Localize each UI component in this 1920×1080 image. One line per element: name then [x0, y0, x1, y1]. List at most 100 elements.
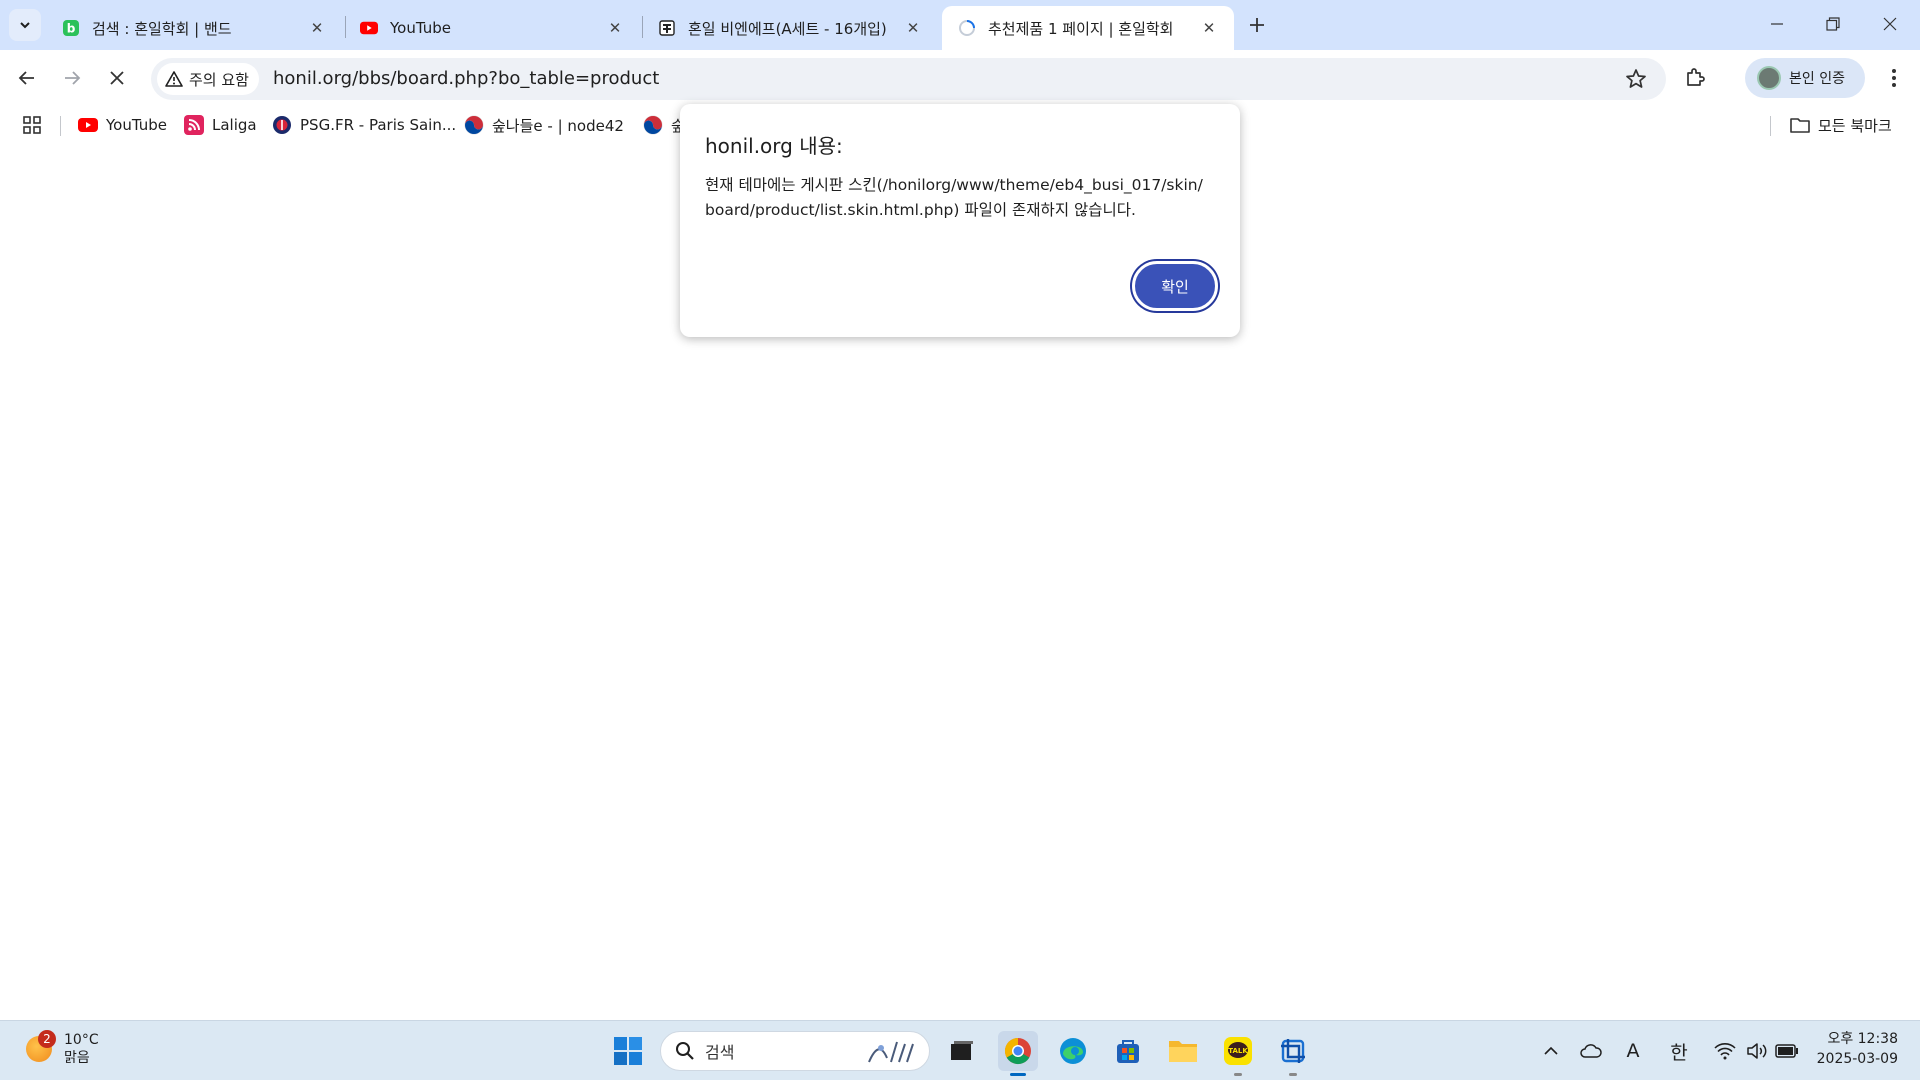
bookmark-laliga[interactable]: Laliga — [184, 114, 257, 136]
taskbar-chrome[interactable] — [998, 1031, 1038, 1076]
shop-icon — [658, 19, 676, 37]
taskbar-edge[interactable] — [1053, 1031, 1093, 1071]
chevron-up-icon — [1544, 1046, 1558, 1055]
close-window-button[interactable] — [1862, 6, 1918, 42]
apps-button[interactable] — [22, 114, 42, 136]
temperature: 10°C — [64, 1032, 99, 1048]
arrow-right-icon — [65, 71, 81, 85]
snipping-tool-icon — [1281, 1039, 1305, 1063]
store-icon — [1117, 1040, 1139, 1063]
band-icon: b — [62, 19, 80, 37]
taskbar-store[interactable] — [1108, 1031, 1148, 1071]
browser-toolbar: 주의 요함 honil.org/bbs/board.php?bo_table=p… — [0, 50, 1920, 106]
avatar — [1757, 66, 1781, 90]
minimize-button[interactable] — [1749, 6, 1805, 42]
plus-icon — [1250, 18, 1264, 32]
bookmark-psg[interactable]: PSG.FR - Paris Sain... — [272, 114, 456, 136]
clock[interactable]: 오후 12:38 2025-03-09 — [1812, 1029, 1898, 1069]
weather-condition: 맑음 — [64, 1050, 90, 1066]
address-bar[interactable]: 주의 요함 honil.org/bbs/board.php?bo_table=p… — [151, 58, 1666, 100]
tab-band[interactable]: b 검색 : 혼일학회 | 밴드 ✕ — [46, 6, 342, 50]
running-indicator — [1289, 1073, 1297, 1076]
taskbar-snipping-tool[interactable] — [1273, 1031, 1313, 1076]
loading-spinner-icon — [958, 19, 976, 37]
url-text[interactable]: honil.org/bbs/board.php?bo_table=product — [273, 58, 659, 100]
wifi-icon — [1714, 1043, 1736, 1060]
search-icon — [676, 1042, 694, 1060]
tab-search-button[interactable] — [9, 9, 41, 41]
svg-text:b: b — [67, 22, 76, 36]
profile-chip[interactable]: 본인 인증 — [1745, 58, 1865, 98]
korea-emblem-icon — [464, 115, 484, 135]
bookmark-star-icon[interactable] — [1624, 67, 1648, 91]
ok-button[interactable]: 확인 — [1132, 261, 1218, 311]
arrow-left-icon — [18, 71, 34, 85]
restore-icon — [1826, 17, 1840, 31]
close-icon[interactable]: ✕ — [604, 17, 626, 39]
weather-widget[interactable]: 2 10°C 맑음 — [26, 1030, 99, 1067]
tab-title: 검색 : 혼일학회 | 밴드 — [92, 19, 232, 38]
dialog-title: honil.org 내용: — [705, 134, 843, 158]
search-placeholder: 검색 — [705, 1043, 735, 1062]
bookmark-forest[interactable]: 숲나들e - | node42 — [464, 114, 624, 136]
cloud-icon — [1580, 1044, 1602, 1058]
restore-button[interactable] — [1805, 6, 1861, 42]
apps-grid-icon — [23, 116, 41, 134]
tab-recommended-products[interactable]: 추천제품 1 페이지 | 혼일학회 ✕ — [942, 6, 1234, 50]
security-chip[interactable]: 주의 요함 — [157, 63, 259, 95]
tab-title: 혼일 비엔에프(A세트 - 16개입) — [688, 19, 887, 38]
youtube-icon — [78, 115, 98, 135]
ime-language-indicator[interactable]: 한 — [1666, 1039, 1692, 1064]
close-icon[interactable]: ✕ — [902, 17, 924, 39]
bookmark-label: Laliga — [212, 116, 257, 134]
bookmark-label: PSG.FR - Paris Sain... — [300, 116, 457, 134]
taskbar-file-explorer[interactable] — [1163, 1031, 1203, 1071]
tab-youtube[interactable]: YouTube ✕ — [344, 6, 640, 50]
folder-icon — [1169, 1041, 1197, 1062]
edge-icon — [1060, 1038, 1086, 1064]
dialog-message: 현재 테마에는 게시판 스킨(/honilorg/www/theme/eb4_b… — [705, 176, 1203, 219]
browser-menu-button[interactable] — [1880, 64, 1908, 92]
taskbar: 2 10°C 맑음 검색 TALK A 한 오후 12:38 2025-03-0… — [0, 1020, 1920, 1080]
youtube-icon — [360, 19, 378, 37]
forward-button[interactable] — [54, 60, 90, 96]
task-view-icon — [951, 1041, 973, 1060]
close-icon[interactable]: ✕ — [306, 17, 328, 39]
back-button[interactable] — [9, 60, 45, 96]
warning-icon — [165, 71, 183, 87]
taskbar-kakaotalk[interactable]: TALK — [1218, 1031, 1258, 1076]
all-bookmarks-label: 모든 북마크 — [1818, 116, 1892, 135]
psg-logo-icon — [272, 115, 292, 135]
close-icon[interactable]: ✕ — [1198, 17, 1220, 39]
minimize-icon — [1771, 23, 1783, 25]
start-button[interactable] — [608, 1031, 648, 1071]
task-view-button[interactable] — [942, 1031, 982, 1071]
folder-icon — [1790, 115, 1810, 135]
tab-title: 추천제품 1 페이지 | 혼일학회 — [988, 19, 1174, 38]
sun-icon: 2 — [26, 1030, 56, 1062]
chrome-icon — [1004, 1037, 1031, 1065]
more-vert-icon — [1892, 69, 1896, 87]
tab-strip: b 검색 : 혼일학회 | 밴드 ✕ YouTube ✕ 혼일 비엔에프(A세트… — [0, 0, 1920, 50]
bookmark-forest-2[interactable]: 숲 — [643, 114, 685, 136]
show-hidden-icons-button[interactable] — [1538, 1039, 1564, 1063]
taskbar-search[interactable]: 검색 — [660, 1031, 930, 1071]
rss-icon — [184, 115, 204, 135]
chevron-down-icon — [20, 22, 30, 29]
ime-mode-indicator[interactable]: A — [1620, 1039, 1646, 1063]
new-tab-button[interactable] — [1243, 11, 1271, 39]
wifi-button[interactable] — [1712, 1039, 1738, 1063]
battery-button[interactable] — [1774, 1039, 1800, 1063]
bookmark-separator — [1770, 116, 1771, 136]
clock-time: 오후 12:38 — [1827, 1031, 1898, 1047]
all-bookmarks-button[interactable]: 모든 북마크 — [1790, 114, 1892, 136]
clock-date: 2025-03-09 — [1816, 1051, 1898, 1067]
stop-loading-button[interactable] — [99, 60, 135, 96]
bookmark-label: YouTube — [106, 116, 167, 134]
tab-product[interactable]: 혼일 비엔에프(A세트 - 16개입) ✕ — [642, 6, 938, 50]
onedrive-button[interactable] — [1578, 1039, 1604, 1063]
extensions-button[interactable] — [1680, 63, 1710, 93]
profile-label: 본인 인증 — [1789, 71, 1845, 87]
volume-button[interactable] — [1744, 1039, 1770, 1063]
bookmark-youtube[interactable]: YouTube — [78, 114, 167, 136]
